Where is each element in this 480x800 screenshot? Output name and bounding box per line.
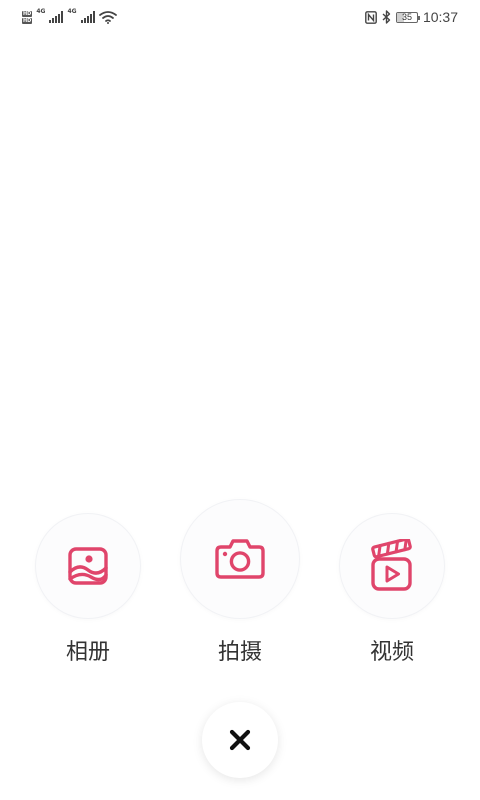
status-bar: HD HD 4G 4G 35 10:37: [0, 0, 480, 34]
network-type-sim1: 4G: [36, 8, 46, 15]
wifi-icon: [98, 11, 117, 24]
status-bar-left: HD HD 4G 4G: [22, 6, 117, 28]
video-option[interactable]: 视频: [340, 514, 444, 666]
status-bar-right: 35 10:37: [365, 6, 458, 28]
video-button[interactable]: [340, 514, 444, 618]
album-icon: [68, 547, 108, 585]
album-label[interactable]: 相册: [66, 634, 110, 666]
hd-icon: HD HD: [22, 10, 33, 24]
album-option[interactable]: 相册: [36, 514, 140, 666]
camera-option[interactable]: 拍摄: [181, 500, 299, 666]
close-icon: [229, 729, 251, 751]
video-icon: [371, 539, 412, 591]
video-label[interactable]: 视频: [370, 634, 414, 666]
bluetooth-icon: [382, 10, 391, 24]
album-button[interactable]: [36, 514, 140, 618]
signal-icon: [49, 11, 64, 23]
status-time: 10:37: [422, 9, 458, 25]
signal-icon: [80, 11, 95, 23]
battery-icon: 35: [395, 11, 420, 23]
network-type-sim2: 4G: [67, 8, 77, 15]
camera-icon: [215, 539, 265, 579]
battery-level-text: 35: [401, 11, 412, 22]
camera-label[interactable]: 拍摄: [218, 634, 262, 666]
close-button[interactable]: [202, 702, 278, 778]
camera-button[interactable]: [181, 500, 299, 618]
nfc-icon: [365, 10, 377, 24]
